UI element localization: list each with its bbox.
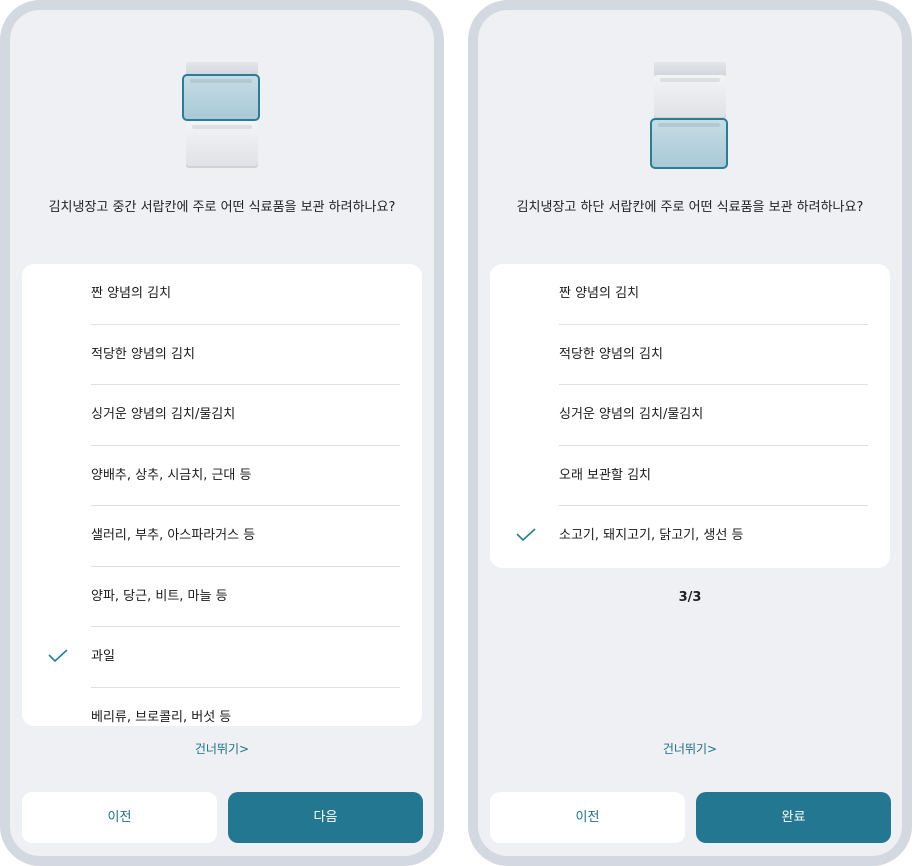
next-button[interactable]: 다음 [228, 792, 423, 843]
prev-button[interactable]: 이전 [490, 792, 685, 843]
option-list: 짠 양념의 김치 적당한 양념의 김치 싱거운 양념의 김치/물김치 오래 보관… [490, 264, 890, 568]
option-row[interactable]: 짠 양념의 김치 [490, 264, 890, 325]
option-label: 적당한 양념의 김치 [559, 346, 663, 362]
middle-drawer [654, 75, 726, 119]
option-label: 과일 [91, 649, 115, 664]
option-label: 샐러리, 부추, 아스파라거스 등 [91, 528, 256, 543]
prev-button[interactable]: 이전 [22, 792, 217, 843]
option-row[interactable]: 오래 보관할 김치 [490, 446, 890, 506]
question-text: 김치냉장고 하단 서랍칸에 주로 어떤 식료품을 보관 하려하나요? [516, 200, 864, 215]
option-label: 짠 양념의 김치 [559, 286, 640, 301]
option-list: 짠 양념의 김치 적당한 양념의 김치 싱거운 양념의 김치/물김치 양배추, … [22, 264, 422, 726]
skip-link[interactable]: 건너뛰기> [10, 740, 434, 757]
done-button[interactable]: 완료 [696, 792, 891, 843]
option-label: 양파, 당근, 비트, 마늘 등 [91, 588, 228, 604]
option-label: 싱거운 양념의 김치/물김치 [91, 407, 236, 422]
option-row-selected[interactable]: 소고기, 돼지고기, 닭고기, 생선 등 [490, 506, 890, 567]
option-row[interactable]: 베리류, 브로콜리, 버섯 등 [22, 688, 422, 727]
option-row[interactable]: 싱거운 양념의 김치/물김치 [490, 385, 890, 446]
phone-screen-bottom-drawer: 김치냉장고 하단 서랍칸에 주로 어떤 식료품을 보관 하려하나요? 짠 양념의… [468, 0, 912, 866]
kimchi-fridge-icon [182, 62, 262, 172]
bottom-drawer-highlight [650, 118, 728, 169]
option-label: 양배추, 상추, 시금치, 근대 등 [91, 467, 252, 483]
bottom-drawer [186, 122, 258, 168]
page-indicator: 3/3 [678, 590, 702, 605]
kimchi-fridge-icon [650, 62, 730, 172]
option-label: 싱거운 양념의 김치/물김치 [559, 407, 704, 422]
option-label: 베리류, 브로콜리, 버섯 등 [91, 709, 232, 725]
option-label: 소고기, 돼지고기, 닭고기, 생선 등 [559, 528, 744, 543]
option-row[interactable]: 적당한 양념의 김치 [22, 325, 422, 385]
option-row[interactable]: 샐러리, 부추, 아스파라거스 등 [22, 506, 422, 567]
option-row[interactable]: 양배추, 상추, 시금치, 근대 등 [22, 446, 422, 506]
check-icon [516, 528, 536, 542]
skip-link[interactable]: 건너뛰기> [478, 740, 902, 757]
option-label: 오래 보관할 김치 [559, 467, 651, 483]
option-row-selected[interactable]: 과일 [22, 627, 422, 688]
check-icon [48, 649, 68, 663]
option-row[interactable]: 짠 양념의 김치 [22, 264, 422, 325]
option-row[interactable]: 싱거운 양념의 김치/물김치 [22, 385, 422, 446]
middle-drawer-highlight [182, 74, 260, 121]
option-row[interactable]: 적당한 양념의 김치 [490, 325, 890, 385]
option-label: 짠 양념의 김치 [91, 286, 172, 301]
option-row[interactable]: 양파, 당근, 비트, 마늘 등 [22, 567, 422, 627]
option-label: 적당한 양념의 김치 [91, 346, 195, 362]
phone-screen-middle-drawer: 김치냉장고 중간 서랍칸에 주로 어떤 식료품을 보관 하려하나요? 짠 양념의… [0, 0, 444, 866]
question-text: 김치냉장고 중간 서랍칸에 주로 어떤 식료품을 보관 하려하나요? [48, 200, 396, 215]
